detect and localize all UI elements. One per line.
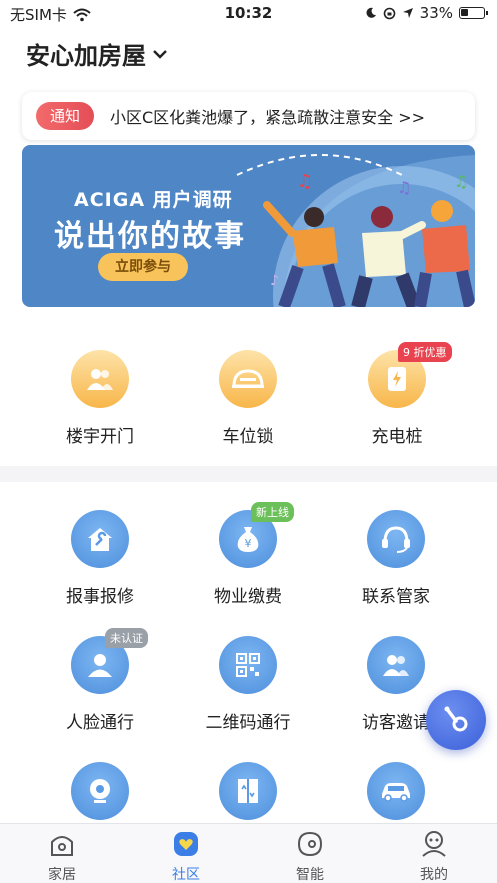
new-badge: 新上线 [251,502,294,522]
notice-tag: 通知 [36,102,94,130]
status-right: 33% [365,4,488,22]
headset-icon [367,510,425,568]
location-icon [402,8,413,18]
quick-item-label: 楼宇开门 [66,427,134,447]
elevator-icon [219,762,277,820]
banner-subtitle: ACIGA 用户调研 [74,189,233,211]
assistant-icon [444,706,468,732]
tab-bar: 家居 社区 智能 我的 [0,823,497,883]
repair-house-icon [71,510,129,568]
quick-item-label: 车位锁 [222,427,274,447]
tab-community[interactable]: 社区 [136,830,236,883]
svg-text:¥: ¥ [245,537,252,550]
visitors-icon [367,636,425,694]
tab-label: 社区 [172,867,200,883]
quick-item-label: 充电桩 [371,427,423,447]
charger-icon: 9 折优惠 [368,342,452,408]
profile-icon [422,831,446,857]
tab-label: 家居 [48,867,76,883]
unverified-badge: 未认证 [105,628,148,648]
svg-text:♫: ♫ [297,171,313,192]
battery-percent: 33% [419,4,453,22]
service-repair[interactable]: 报事报修 [40,510,160,607]
assistant-fab[interactable] [426,690,486,750]
banner-title: 说出你的故事 [54,219,246,254]
smart-icon [297,831,323,857]
community-icon [174,832,198,856]
service-car[interactable] [336,762,456,820]
tab-smart[interactable]: 智能 [260,830,360,883]
quick-item-charger[interactable]: 9 折优惠 充电桩 [342,342,452,447]
battery-level [461,9,468,16]
car-icon [367,762,425,820]
camera-icon [71,762,129,820]
service-butler[interactable]: 联系管家 [336,510,456,607]
survey-banner[interactable]: ♫ ♫ ♫ ♪ ACIGA 用户调研 说出你的故事 立即参与 [22,145,475,307]
service-elevator[interactable] [188,762,308,820]
service-face-access[interactable]: 未认证 人脸通行 [40,628,160,733]
home-name: 安心加房屋 [26,42,146,70]
chevron-down-icon [153,49,167,59]
parking-lock-icon [219,350,277,408]
service-label: 人脸通行 [66,713,134,733]
quick-item-door[interactable]: 楼宇开门 [45,350,155,447]
service-qr-access[interactable]: 二维码通行 [188,636,308,733]
qr-code-icon [219,636,277,694]
svg-text:♪: ♪ [270,273,279,289]
lock-rotation-icon [383,7,395,19]
tab-label: 智能 [296,867,324,883]
svg-text:♫: ♫ [454,172,468,191]
battery-icon [459,7,488,19]
banner-join-button[interactable]: 立即参与 [98,253,188,281]
face-user-icon: 未认证 [71,628,148,694]
notice-text: 小区C区化粪池爆了，紧急疏散注意安全 >> [110,108,426,127]
svg-text:♫: ♫ [397,178,411,197]
service-payment[interactable]: ¥ 新上线 物业缴费 [188,502,308,607]
service-label: 物业缴费 [214,587,282,607]
money-bag-icon: ¥ 新上线 [219,502,294,568]
users-icon [71,350,129,408]
moon-icon [366,7,376,18]
status-bar: 无SIM卡 10:32 33% [0,0,497,26]
home-selector[interactable]: 安心加房屋 [26,36,168,71]
discount-badge: 9 折优惠 [398,342,452,362]
service-label: 二维码通行 [205,713,291,733]
service-label: 联系管家 [362,587,430,607]
tab-profile[interactable]: 我的 [384,830,484,883]
tab-label: 我的 [420,867,448,883]
home-icon [51,836,73,856]
quick-item-parking-lock[interactable]: 车位锁 [193,350,303,447]
service-camera[interactable] [40,762,160,820]
header: 安心加房屋 [0,26,497,86]
notice-bar[interactable]: 通知 小区C区化粪池爆了，紧急疏散注意安全 >> [22,92,475,140]
tab-home[interactable]: 家居 [12,830,112,883]
service-label: 报事报修 [66,587,134,607]
